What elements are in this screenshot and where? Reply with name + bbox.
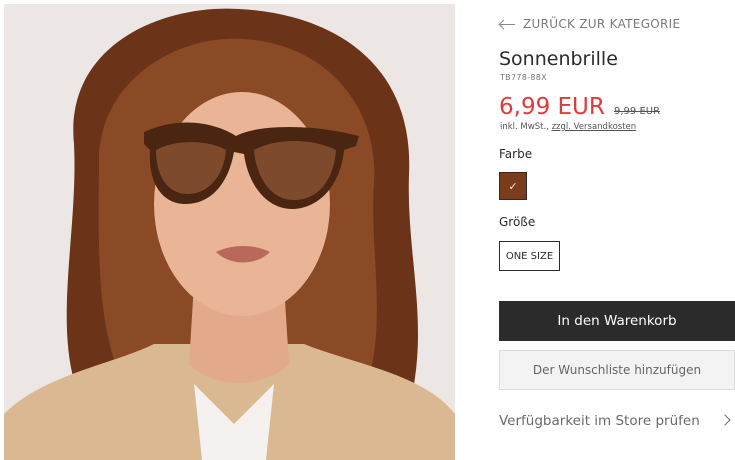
back-to-category-label: ZURÜCK ZUR KATEGORIE — [523, 17, 681, 31]
tax-prefix: inkl. MwSt., — [500, 122, 549, 132]
product-title: Sonnenbrille — [499, 48, 618, 70]
size-label: Größe — [499, 215, 536, 229]
arrow-left-icon — [499, 19, 515, 29]
shipping-costs-link[interactable]: zzgl. Versandkosten — [552, 122, 637, 132]
add-to-wishlist-button[interactable]: Der Wunschliste hinzufügen — [499, 350, 735, 390]
product-photo-illustration — [4, 4, 455, 460]
add-to-cart-button[interactable]: In den Warenkorb — [499, 301, 735, 341]
size-option-one-size[interactable]: ONE SIZE — [499, 241, 560, 271]
chevron-right-icon — [719, 414, 731, 426]
product-sku: TB778-88X — [500, 73, 547, 82]
store-availability-label: Verfügbarkeit im Store prüfen — [499, 413, 700, 429]
product-panel: ZURÜCK ZUR KATEGORIE Sonnenbrille TB778-… — [499, 0, 735, 460]
color-label: Farbe — [499, 147, 533, 161]
check-icon: ✓ — [508, 179, 518, 193]
old-price: 9,99 EUR — [614, 106, 661, 117]
check-store-availability-link[interactable]: Verfügbarkeit im Store prüfen — [499, 411, 735, 431]
color-swatch-brown[interactable]: ✓ — [499, 172, 527, 200]
back-to-category-link[interactable]: ZURÜCK ZUR KATEGORIE — [499, 16, 680, 32]
product-image[interactable] — [4, 4, 455, 460]
tax-note: inkl. MwSt., zzgl. Versandkosten — [500, 122, 636, 132]
current-price: 6,99 EUR — [499, 94, 605, 120]
